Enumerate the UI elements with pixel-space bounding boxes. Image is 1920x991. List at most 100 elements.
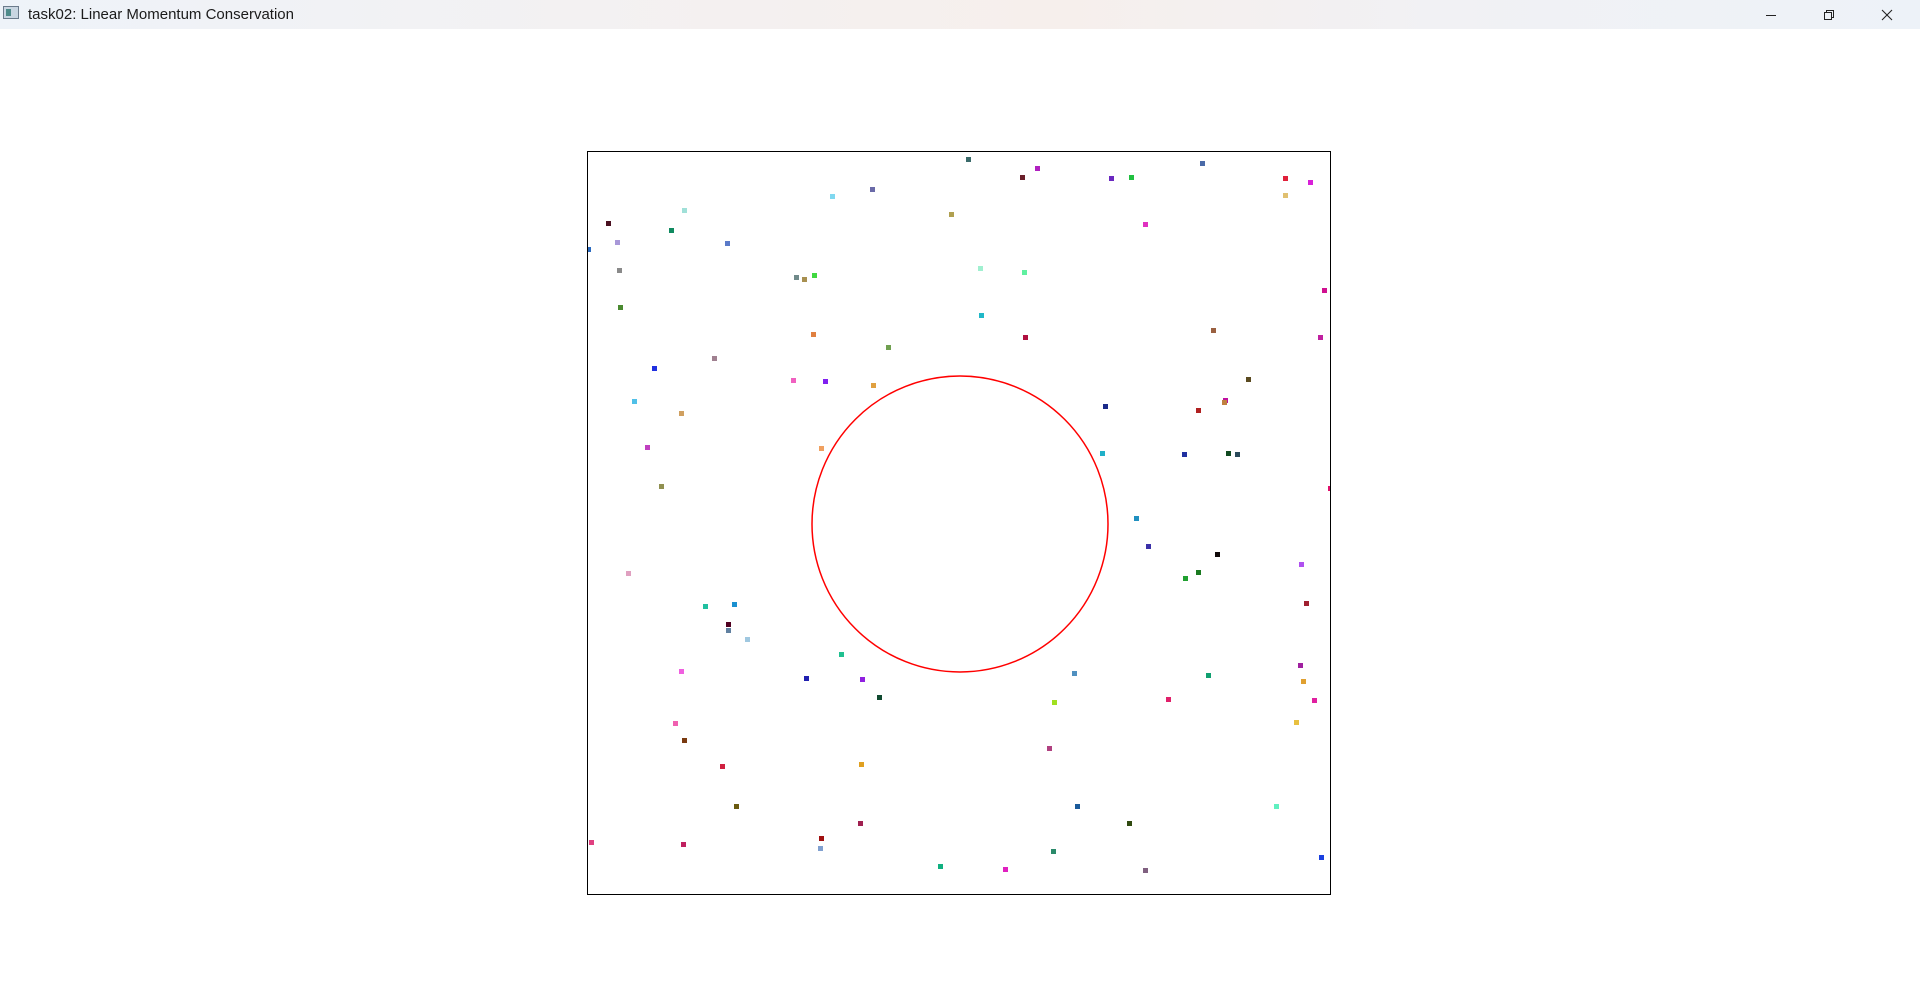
close-icon bbox=[1881, 9, 1893, 20]
particle bbox=[1211, 328, 1216, 333]
particle bbox=[1274, 804, 1279, 809]
particle bbox=[659, 484, 664, 489]
particle bbox=[1304, 601, 1309, 606]
particle bbox=[673, 721, 678, 726]
particle bbox=[617, 268, 622, 273]
app-icon bbox=[3, 6, 19, 19]
close-button[interactable] bbox=[1858, 0, 1916, 29]
title-bar[interactable]: task02: Linear Momentum Conservation bbox=[0, 0, 1920, 29]
particle bbox=[812, 273, 817, 278]
particle bbox=[1200, 161, 1205, 166]
particle bbox=[745, 637, 750, 642]
particle bbox=[818, 846, 823, 851]
particle bbox=[877, 695, 882, 700]
particle bbox=[679, 411, 684, 416]
particle bbox=[1134, 516, 1139, 521]
particle bbox=[1072, 671, 1077, 676]
particle bbox=[1294, 720, 1299, 725]
particle bbox=[839, 652, 844, 657]
particle bbox=[1319, 855, 1324, 860]
particle bbox=[589, 840, 594, 845]
particle bbox=[811, 332, 816, 337]
particle bbox=[1182, 452, 1187, 457]
particle bbox=[720, 764, 725, 769]
window-title: task02: Linear Momentum Conservation bbox=[28, 6, 294, 23]
simulation-canvas bbox=[588, 157, 1330, 873]
particle bbox=[682, 208, 687, 213]
particle bbox=[1023, 335, 1028, 340]
particle bbox=[860, 677, 865, 682]
particle bbox=[823, 379, 828, 384]
particle bbox=[632, 399, 637, 404]
particle bbox=[859, 762, 864, 767]
particle bbox=[1322, 288, 1327, 293]
particle bbox=[1035, 166, 1040, 171]
particle bbox=[1246, 377, 1251, 382]
particle bbox=[1226, 451, 1231, 456]
particle bbox=[1301, 679, 1306, 684]
particle bbox=[1283, 193, 1288, 198]
particle bbox=[734, 804, 739, 809]
particle bbox=[652, 366, 657, 371]
particle bbox=[802, 277, 807, 282]
particle bbox=[1166, 697, 1171, 702]
particle bbox=[1298, 663, 1303, 668]
particle bbox=[615, 240, 620, 245]
particle bbox=[1051, 849, 1056, 854]
particle bbox=[1129, 175, 1134, 180]
particle bbox=[978, 266, 983, 271]
particle bbox=[819, 446, 824, 451]
particle bbox=[1328, 486, 1330, 491]
particle bbox=[1003, 867, 1008, 872]
particle bbox=[791, 378, 796, 383]
particle bbox=[949, 212, 954, 217]
particle bbox=[1052, 700, 1057, 705]
particle bbox=[804, 676, 809, 681]
particle-layer bbox=[588, 157, 1330, 873]
particle bbox=[681, 842, 686, 847]
particle bbox=[1196, 570, 1201, 575]
particle bbox=[732, 602, 737, 607]
particle bbox=[1020, 175, 1025, 180]
particle bbox=[1299, 562, 1304, 567]
particle bbox=[679, 669, 684, 674]
particle bbox=[626, 571, 631, 576]
particle bbox=[794, 275, 799, 280]
particle bbox=[725, 241, 730, 246]
particle bbox=[819, 836, 824, 841]
particle bbox=[1127, 821, 1132, 826]
particle bbox=[682, 738, 687, 743]
particle bbox=[1183, 576, 1188, 581]
particle bbox=[858, 821, 863, 826]
particle bbox=[1047, 746, 1052, 751]
particle bbox=[1196, 408, 1201, 413]
particle bbox=[1022, 270, 1027, 275]
minimize-icon bbox=[1766, 14, 1776, 16]
red-circle-obstacle bbox=[811, 375, 1109, 673]
particle bbox=[645, 445, 650, 450]
particle bbox=[726, 628, 731, 633]
particle bbox=[870, 187, 875, 192]
particle bbox=[871, 383, 876, 388]
particle bbox=[938, 864, 943, 869]
particle bbox=[1308, 180, 1313, 185]
particle bbox=[1103, 404, 1108, 409]
particle bbox=[1075, 804, 1080, 809]
particle bbox=[979, 313, 984, 318]
particle bbox=[703, 604, 708, 609]
particle bbox=[1318, 335, 1323, 340]
restore-icon bbox=[1824, 9, 1834, 20]
particle bbox=[886, 345, 891, 350]
particle bbox=[1143, 222, 1148, 227]
particle bbox=[1215, 552, 1220, 557]
minimize-button[interactable] bbox=[1742, 0, 1800, 29]
particle bbox=[1235, 452, 1240, 457]
particle bbox=[966, 157, 971, 162]
particle bbox=[1206, 673, 1211, 678]
particle bbox=[1100, 451, 1105, 456]
particle bbox=[669, 228, 674, 233]
particle bbox=[1222, 400, 1227, 405]
particle bbox=[1109, 176, 1114, 181]
restore-button[interactable] bbox=[1800, 0, 1858, 29]
particle bbox=[712, 356, 717, 361]
